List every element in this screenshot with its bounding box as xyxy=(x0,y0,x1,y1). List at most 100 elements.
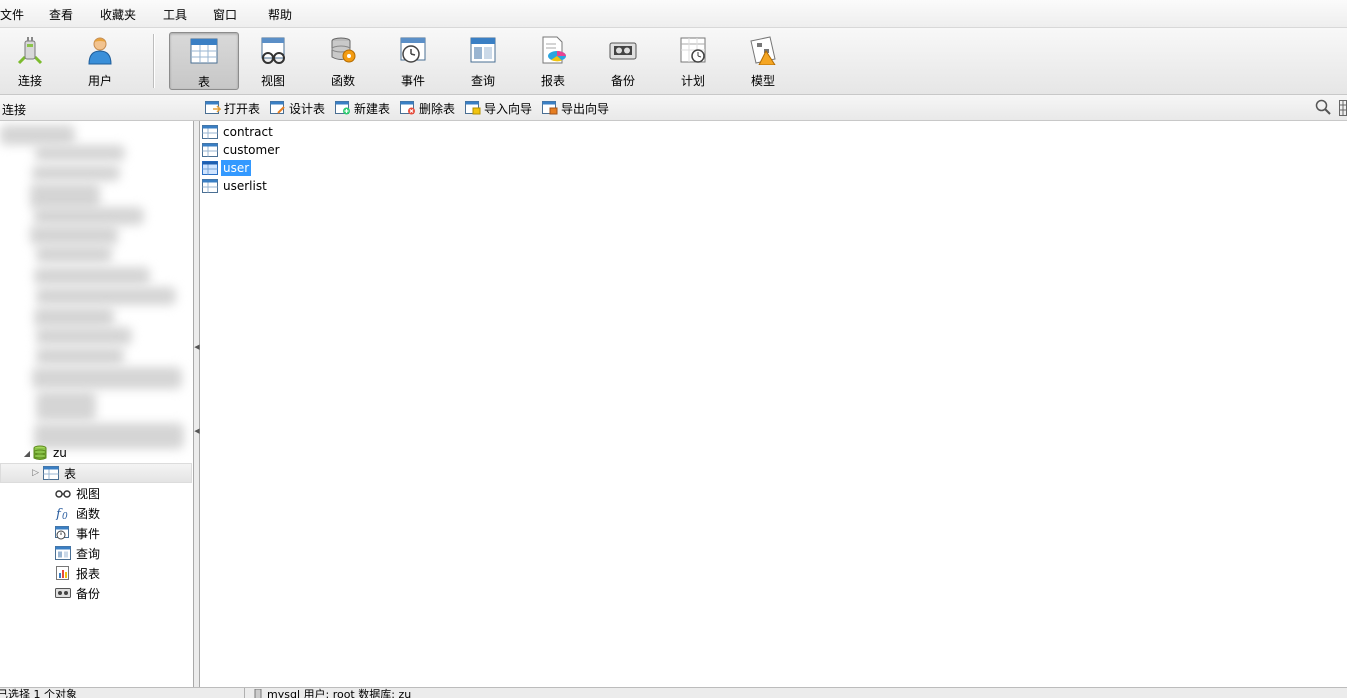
delete-table-button[interactable]: 删除表 xyxy=(400,99,455,117)
open-table-icon xyxy=(205,101,221,114)
blurred-region xyxy=(36,245,112,263)
table-item-contract[interactable]: contract xyxy=(202,123,275,140)
blurred-region xyxy=(30,183,100,209)
database-name: zu xyxy=(53,446,67,460)
tree-item-label: 函数 xyxy=(76,506,101,521)
blurred-region xyxy=(32,165,120,181)
event-icon xyxy=(400,37,426,63)
view-icon xyxy=(55,490,71,498)
blurred-region xyxy=(0,125,75,145)
menu-window[interactable]: 窗口 xyxy=(213,6,237,23)
status-bar: 已选择 1 个对象 mysql 用户: root 数据库: zu xyxy=(0,687,1347,698)
backup-icon xyxy=(55,588,71,598)
menu-view[interactable]: 查看 xyxy=(49,6,73,23)
blurred-region xyxy=(32,367,182,389)
expand-arrow-icon[interactable]: ◢ xyxy=(22,449,32,458)
blurred-region xyxy=(34,307,114,327)
tree-item-events[interactable]: 事件 xyxy=(55,523,100,543)
user-button[interactable]: 用户 xyxy=(66,32,134,90)
toolbar-separator xyxy=(153,34,154,88)
delete-table-label: 删除表 xyxy=(419,101,456,116)
tree-item-functions[interactable]: f 0 函数 xyxy=(55,503,100,523)
connection-status: mysql 用户: root 数据库: zu xyxy=(252,689,411,698)
event-button[interactable]: 事件 xyxy=(379,32,447,90)
tree-item-queries[interactable]: 查询 xyxy=(55,543,100,563)
table-name: contract xyxy=(223,124,273,139)
connection-label: 连接 xyxy=(17,74,42,88)
blurred-region xyxy=(36,327,132,345)
schedule-button[interactable]: 计划 xyxy=(659,32,727,90)
main-toolbar: 连接 用户 表 视图 函数 事件 查询 报表 备份 计划 模型 xyxy=(0,28,1347,95)
connection-button[interactable]: 连接 xyxy=(0,32,64,90)
blurred-region xyxy=(35,145,125,161)
table-item-userlist[interactable]: userlist xyxy=(202,177,269,194)
table-name: userlist xyxy=(223,178,267,193)
table-icon xyxy=(190,38,218,64)
open-table-label: 打开表 xyxy=(224,101,261,116)
blurred-region xyxy=(36,391,96,421)
blurred-region xyxy=(36,347,124,365)
open-table-button[interactable]: 打开表 xyxy=(205,99,260,117)
design-table-label: 设计表 xyxy=(289,101,326,116)
blurred-region xyxy=(36,287,176,305)
tree-item-reports[interactable]: 报表 xyxy=(55,563,100,583)
table-name: customer xyxy=(223,142,280,157)
menu-file[interactable]: 文件 xyxy=(0,6,24,23)
connection-tree: ◢ zu ▷ 表 视图 f 0 函数 事件 查询 报表 备份 xyxy=(0,121,194,687)
function-icon xyxy=(331,37,356,63)
delete-table-icon xyxy=(400,101,415,115)
new-table-button[interactable]: 新建表 xyxy=(335,99,390,117)
report-button[interactable]: 报表 xyxy=(519,32,587,90)
menu-tools[interactable]: 工具 xyxy=(163,6,187,23)
backup-button[interactable]: 备份 xyxy=(589,32,657,90)
collapsed-arrow-icon[interactable]: ▷ xyxy=(1,468,43,478)
query-icon xyxy=(55,546,71,560)
schedule-label: 计划 xyxy=(680,74,705,88)
connection-icon xyxy=(254,689,262,698)
database-icon xyxy=(33,445,47,460)
blurred-region xyxy=(34,207,144,225)
table-item-user[interactable]: user xyxy=(202,159,252,176)
user-icon xyxy=(88,37,112,65)
model-button[interactable]: 模型 xyxy=(729,32,797,90)
connection-icon xyxy=(17,37,43,65)
menu-favorites[interactable]: 收藏夹 xyxy=(100,6,136,23)
search-icon[interactable] xyxy=(1315,99,1331,115)
tree-item-label: 视图 xyxy=(76,486,101,501)
function-icon: f 0 xyxy=(55,507,68,520)
event-label: 事件 xyxy=(400,74,425,88)
import-wizard-button[interactable]: 导入向导 xyxy=(465,99,532,117)
schedule-icon xyxy=(680,37,706,63)
backup-icon xyxy=(609,42,637,60)
query-icon xyxy=(470,37,496,63)
table-item-customer[interactable]: customer xyxy=(202,141,282,158)
selection-status: 已选择 1 个对象 xyxy=(0,688,77,698)
table-icon xyxy=(202,142,218,157)
tree-item-views[interactable]: 视图 xyxy=(55,483,100,503)
menu-help[interactable]: 帮助 xyxy=(268,6,292,23)
grid-view-icon[interactable] xyxy=(1339,100,1347,116)
tree-item-label: 表 xyxy=(64,466,77,481)
view-button[interactable]: 视图 xyxy=(239,32,307,90)
table-icon xyxy=(202,160,218,175)
function-label: 函数 xyxy=(330,74,355,88)
query-button[interactable]: 查询 xyxy=(449,32,517,90)
report-icon xyxy=(56,566,69,580)
view-label: 视图 xyxy=(260,74,285,88)
export-wizard-button[interactable]: 导出向导 xyxy=(542,99,609,117)
design-table-icon xyxy=(270,101,285,114)
status-divider xyxy=(244,688,245,698)
view-icon xyxy=(261,37,285,64)
svg-text:0: 0 xyxy=(62,512,68,520)
database-node-zu[interactable]: ◢ zu xyxy=(22,443,67,463)
tree-item-tables[interactable]: ▷ 表 xyxy=(0,463,192,483)
design-table-button[interactable]: 设计表 xyxy=(270,99,325,117)
function-button[interactable]: 函数 xyxy=(309,32,377,90)
table-icon xyxy=(202,178,218,193)
new-table-icon xyxy=(335,101,350,115)
tree-item-label: 查询 xyxy=(76,546,101,561)
tree-item-backups[interactable]: 备份 xyxy=(55,583,100,603)
table-button[interactable]: 表 xyxy=(169,32,239,90)
import-wizard-label: 导入向导 xyxy=(484,101,533,116)
object-toolbar: 连接 打开表 设计表 新建表 删除表 导入向导 导出向导 xyxy=(0,95,1347,121)
